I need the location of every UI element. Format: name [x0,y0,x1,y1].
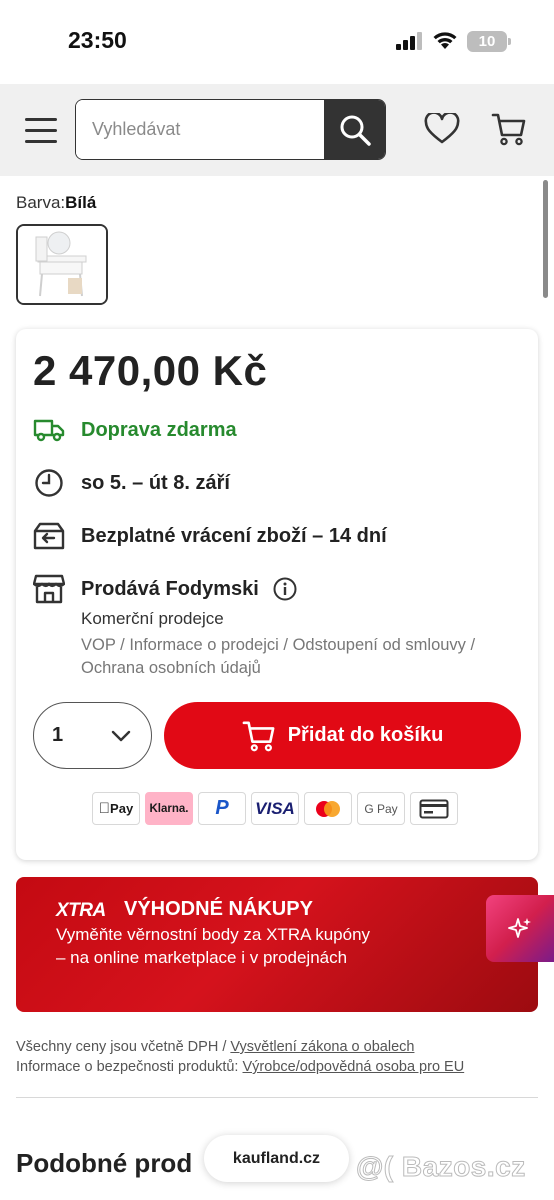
menu-icon[interactable] [25,118,57,144]
search-bar [75,99,386,160]
return-box-icon [33,520,65,552]
url-bar[interactable]: kaufland.cz [204,1135,349,1182]
divider [16,1097,538,1098]
quantity-value: 1 [52,724,64,746]
search-icon [340,115,371,146]
heart-icon[interactable] [424,113,460,145]
color-label: Barva:Bílá [16,193,96,213]
link-separator: / [278,636,293,654]
xtra-logo: XTRA [56,900,106,921]
seller-name[interactable]: Prodává Fodymski [81,578,259,601]
link-withdrawal[interactable]: Odstoupení od smlouvy [293,636,466,654]
seller-row: Prodává Fodymski [33,573,297,605]
shipping-text: Doprava zdarma [81,418,237,441]
delivery-text: so 5. – út 8. září [81,471,230,494]
ai-assistant-button[interactable] [486,895,554,962]
legal-notes: Všechny ceny jsou včetně DPH / Vysvětlen… [16,1037,464,1077]
link-privacy[interactable]: Ochrana osobních údajů [81,659,261,677]
cart-icon [242,721,275,751]
sparkle-icon [508,917,531,938]
visa-icon: VISA [251,792,299,825]
battery-indicator: 10 [467,31,511,52]
variant-thumbnail[interactable] [16,224,108,305]
color-label-prefix: Barva: [16,193,66,212]
similar-products-heading: Podobné prod [16,1148,193,1178]
seller-type: Komerční prodejce [81,609,224,628]
status-time: 23:50 [68,27,127,53]
link-separator: / [465,636,476,654]
card-icon [410,792,458,825]
apple-pay-icon: Pay [92,792,140,825]
chevron-down-icon [111,730,131,741]
info-icon[interactable] [273,577,297,601]
manufacturer-link[interactable]: Výrobce/odpovědná osoba pro EU [243,1059,465,1075]
truck-icon [33,414,65,446]
link-seller-info[interactable]: Informace o prodejci [129,636,279,654]
quantity-select[interactable]: 1 [33,702,152,769]
mastercard-icon [304,792,352,825]
wifi-icon [433,32,457,49]
add-to-cart-label: Přidat do košíku [287,724,444,746]
status-bar: 23:50 10 [0,0,554,84]
packaging-law-link[interactable]: Vysvětlení zákona o obalech [230,1039,414,1055]
cart-icon[interactable] [491,112,527,146]
payment-methods: Pay Klarna. P VISA G Pay [92,792,463,825]
returns-text: Bezplatné vrácení zboží – 14 dní [81,524,387,547]
delivery-row: so 5. – út 8. září [33,467,230,499]
safety-note: Informace o bezpečnosti produktů: [16,1059,243,1075]
product-buy-box: 2 470,00 Kč Doprava zdarma so 5. – út 8.… [16,329,538,860]
shop-icon [33,573,65,605]
add-to-cart-button[interactable]: Přidat do košíku [164,702,521,769]
scrollbar[interactable] [543,180,548,298]
clock-icon [33,467,65,499]
search-input[interactable] [76,100,324,159]
color-value: Bílá [65,193,97,212]
xtra-banner[interactable]: XTRA VÝHODNÉ NÁKUPY Vyměňte věrnostní bo… [16,877,538,1012]
dressing-table-image [18,226,106,303]
link-vop[interactable]: VOP [81,636,116,654]
xtra-text: Vyměňte věrnostní body za XTRA kupóny – … [56,925,371,967]
product-price: 2 470,00 Kč [33,347,268,394]
xtra-title: VÝHODNÉ NÁKUPY [124,898,313,920]
seller-links: VOP / Informace o prodejci / Odstoupení … [81,634,526,680]
cellular-signal-icon [396,32,424,50]
watermark: @( Bazos.cz [356,1151,526,1183]
klarna-icon: Klarna. [145,792,193,825]
returns-row: Bezplatné vrácení zboží – 14 dní [33,520,387,552]
link-separator: / [115,636,130,654]
shipping-row: Doprava zdarma [33,414,237,446]
paypal-icon: P [198,792,246,825]
vat-note: Všechny ceny jsou včetně DPH / [16,1039,231,1055]
search-button[interactable] [324,100,385,159]
google-pay-icon: G Pay [357,792,405,825]
